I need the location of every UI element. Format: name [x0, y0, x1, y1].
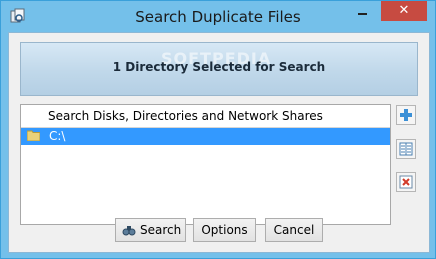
binoculars-icon: [122, 226, 136, 236]
folder-list-icon: [399, 142, 413, 156]
minimize-icon: [358, 13, 367, 15]
directory-list[interactable]: Search Disks, Directories and Network Sh…: [20, 104, 391, 225]
close-icon: ✕: [398, 3, 410, 18]
folder-icon: [27, 130, 40, 141]
cancel-button[interactable]: Cancel: [265, 218, 323, 242]
search-button-label: Search: [140, 223, 182, 237]
list-column-header[interactable]: Search Disks, Directories and Network Sh…: [21, 105, 390, 128]
remove-icon: [399, 175, 413, 189]
options-button-label: Options: [201, 223, 248, 237]
remove-directory-button[interactable]: [396, 172, 416, 192]
list-item-label: C:\: [49, 129, 66, 143]
search-button[interactable]: Search: [115, 218, 186, 242]
title-bar[interactable]: Search Duplicate Files ✕: [1, 1, 435, 32]
list-column-header-label: Search Disks, Directories and Network Sh…: [48, 109, 323, 123]
selection-summary-banner: SOFTPEDIA 1 Directory Selected for Searc…: [20, 42, 418, 96]
browse-list-button[interactable]: [396, 139, 416, 159]
plus-icon: [400, 109, 412, 121]
list-item[interactable]: C:\: [21, 128, 390, 145]
minimize-button[interactable]: [350, 1, 376, 21]
dialog-window: Search Duplicate Files ✕ SOFTPEDIA 1 Dir…: [0, 0, 436, 259]
cancel-button-label: Cancel: [273, 223, 315, 237]
close-button[interactable]: ✕: [381, 1, 427, 21]
selection-summary-text: 1 Directory Selected for Search: [112, 60, 326, 74]
options-button[interactable]: Options: [193, 218, 256, 242]
dialog-body: SOFTPEDIA 1 Directory Selected for Searc…: [8, 32, 430, 253]
add-directory-button[interactable]: [396, 105, 416, 125]
